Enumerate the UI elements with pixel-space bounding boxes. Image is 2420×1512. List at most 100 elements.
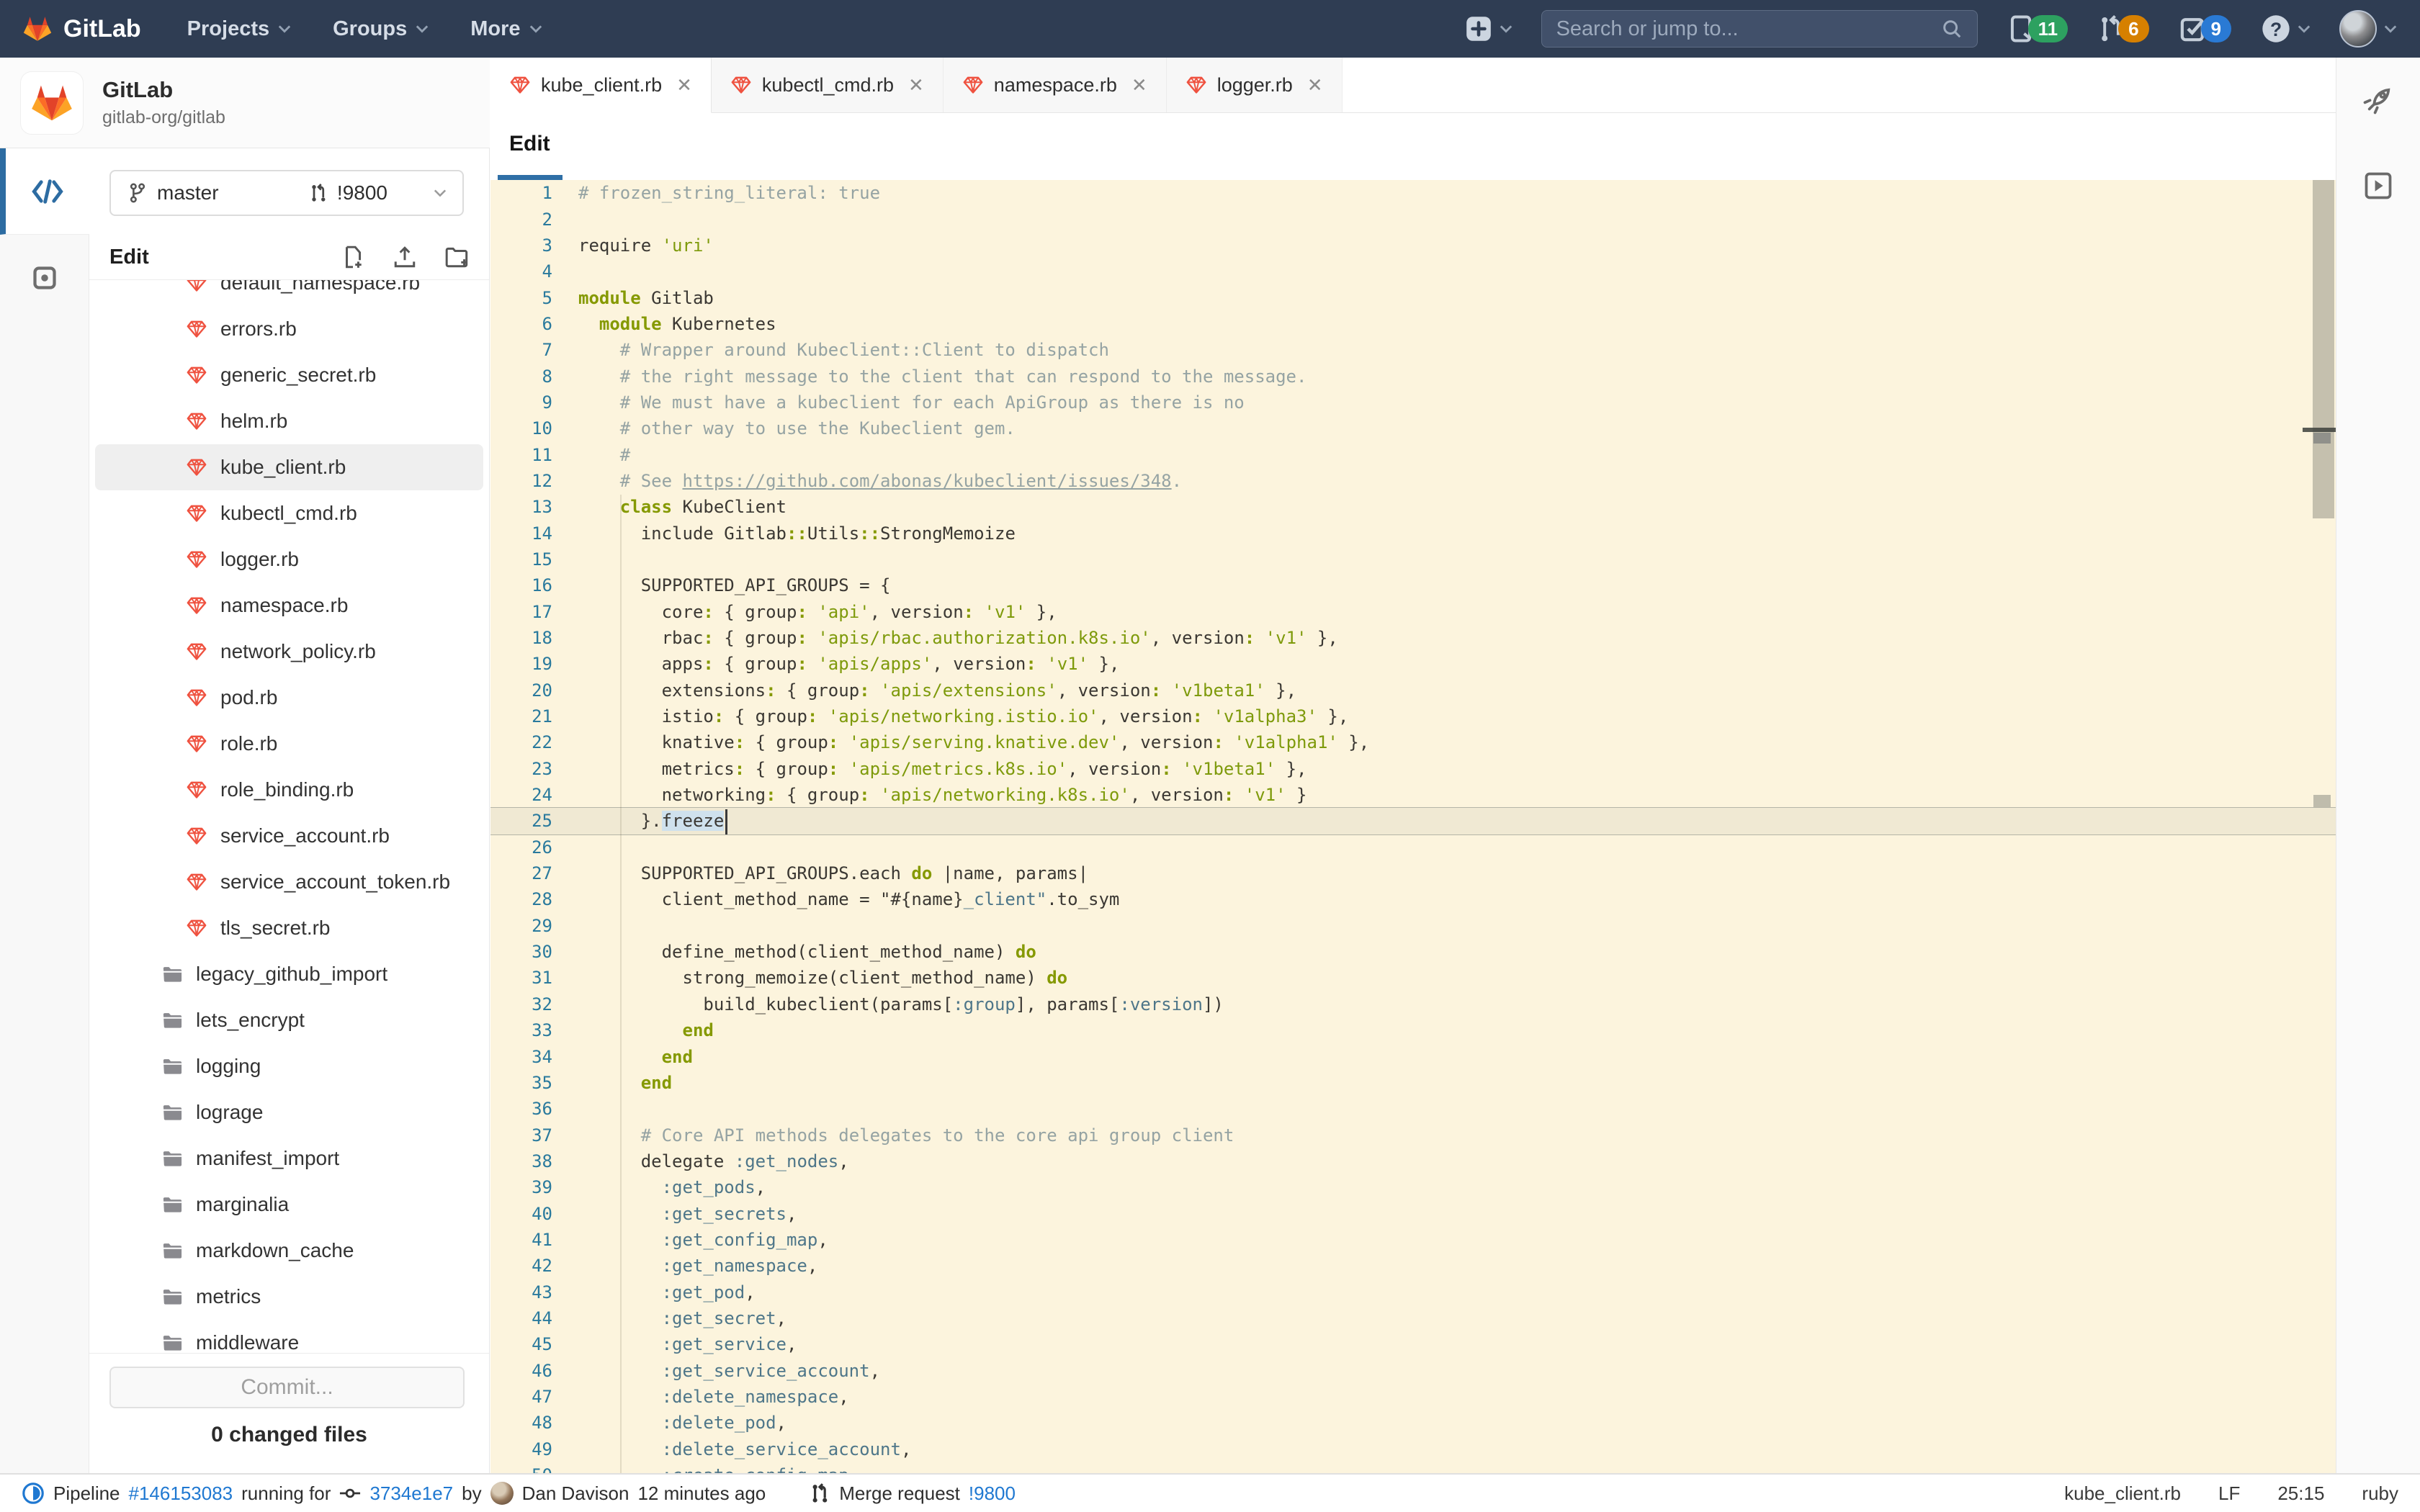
live-preview-icon[interactable] [2362, 170, 2394, 202]
tab-close-icon[interactable]: ✕ [1131, 74, 1147, 96]
line-number: 23 [532, 758, 552, 779]
commit-button[interactable]: Commit... [109, 1367, 465, 1408]
line-number: 38 [532, 1151, 552, 1171]
new-folder-icon[interactable] [444, 245, 470, 269]
status-eol[interactable]: LF [2218, 1482, 2240, 1505]
commit-sha-link[interactable]: 3734e1e7 [369, 1482, 453, 1505]
new-menu-button[interactable] [1464, 14, 1512, 44]
tree-item-role_binding.rb[interactable]: role_binding.rb [95, 767, 483, 813]
tree-item-lograge[interactable]: lograge [95, 1089, 483, 1135]
code-line-45: 45 :get_service, [490, 1331, 2336, 1357]
code-text: # Wrapper around Kubeclient::Client to d… [619, 340, 1109, 361]
tab-namespace.rb[interactable]: namespace.rb ✕ [943, 58, 1167, 112]
help-icon: ? [2262, 15, 2290, 42]
code-line-27: 27 SUPPORTED_API_GROUPS.each do |name, p… [490, 860, 2336, 886]
tree-item-network_policy.rb[interactable]: network_policy.rb [95, 629, 483, 675]
code-text: # See https://github.com/abonas/kubeclie… [619, 470, 1183, 491]
mr-ref-link[interactable]: !9800 [969, 1482, 1016, 1505]
pipeline-id-link[interactable]: #146153083 [129, 1482, 233, 1505]
tab-logger.rb[interactable]: logger.rb ✕ [1166, 58, 1343, 112]
tree-item-service_account.rb[interactable]: service_account.rb [95, 813, 483, 859]
tree-item-marginalia[interactable]: marginalia [95, 1182, 483, 1228]
navbar-menu-label: Projects [187, 17, 270, 40]
gitlab-logo-icon[interactable] [23, 15, 52, 42]
code-text: define_method(client_method_name) do [578, 942, 1036, 963]
overview-ruler-decoration [2313, 795, 2331, 807]
tab-edit-mode[interactable]: Edit [509, 132, 550, 156]
tree-item-logging[interactable]: logging [95, 1043, 483, 1089]
issues-button[interactable]: 11 [2007, 13, 2069, 45]
search-input[interactable] [1556, 17, 1941, 41]
new-file-icon[interactable] [341, 245, 365, 269]
navbar-menu-more[interactable]: More [470, 17, 542, 41]
brand-title[interactable]: GitLab [63, 15, 141, 43]
code-line-42: 42 :get_namespace, [490, 1253, 2336, 1279]
line-number: 7 [542, 340, 552, 361]
status-language[interactable]: ruby [2362, 1482, 2398, 1505]
tab-kubectl_cmd.rb[interactable]: kubectl_cmd.rb ✕ [711, 58, 944, 112]
tab-close-icon[interactable]: ✕ [676, 74, 692, 96]
folder-icon [163, 1336, 182, 1351]
file-tree: default_namespace.rb errors.rb generic_sec… [89, 279, 489, 1354]
todos-count-badge: 9 [2200, 15, 2231, 42]
tree-item-service_account_token.rb[interactable]: service_account_token.rb [95, 859, 483, 905]
editor-scrollbar[interactable] [2313, 180, 2334, 518]
code-line-46: 46 :get_service_account, [490, 1357, 2336, 1383]
tree-item-label: metrics [196, 1285, 261, 1308]
tree-item-role.rb[interactable]: role.rb [95, 721, 483, 767]
rail-commit-item[interactable] [0, 235, 89, 321]
navbar-menu-label: Groups [333, 17, 408, 40]
code-text: :get_config_map, [661, 1229, 828, 1250]
tree-item-logger.rb[interactable]: logger.rb [95, 536, 483, 582]
code-line-30: 30 define_method(client_method_name) do [490, 939, 2336, 965]
tree-item-errors.rb[interactable]: errors.rb [95, 306, 483, 352]
line-number: 20 [532, 680, 552, 701]
code-line-10: 10 # other way to use the Kubeclient gem… [490, 415, 2336, 441]
tab-close-icon[interactable]: ✕ [1307, 74, 1323, 96]
merge-requests-button[interactable]: 6 [2097, 13, 2149, 45]
folder-icon [163, 1197, 182, 1212]
branch-selector[interactable]: master !9800 [109, 170, 464, 216]
tree-item-kubectl_cmd.rb[interactable]: kubectl_cmd.rb [95, 490, 483, 536]
code-text: class KubeClient [619, 497, 786, 518]
code-line-47: 47 :delete_namespace, [490, 1384, 2336, 1410]
tree-item-tls_secret.rb[interactable]: tls_secret.rb [95, 905, 483, 951]
navbar-menu-projects[interactable]: Projects [187, 17, 291, 41]
status-cursor-position[interactable]: 25:15 [2277, 1482, 2324, 1505]
pipelines-icon[interactable] [2362, 84, 2394, 115]
upload-file-icon[interactable] [393, 245, 417, 269]
tree-item-metrics[interactable]: metrics [95, 1274, 483, 1320]
tree-item-generic_secret.rb[interactable]: generic_secret.rb [95, 352, 483, 398]
tree-item-lets_encrypt[interactable]: lets_encrypt [95, 997, 483, 1043]
tab-close-icon[interactable]: ✕ [908, 74, 924, 96]
code-text: core: { group: 'api', version: 'v1' }, [578, 601, 1057, 622]
code-line-38: 38 delegate :get_nodes, [490, 1148, 2336, 1174]
code-text: end [661, 1046, 693, 1067]
line-number: 13 [532, 497, 552, 518]
line-number: 28 [532, 889, 552, 910]
tree-item-markdown_cache[interactable]: markdown_cache [95, 1228, 483, 1274]
tree-item-helm.rb[interactable]: helm.rb [95, 398, 483, 444]
user-menu-button[interactable] [2339, 10, 2397, 48]
tree-item-namespace.rb[interactable]: namespace.rb [95, 582, 483, 629]
tree-item-kube_client.rb[interactable]: kube_client.rb [95, 444, 483, 490]
ruby-file-icon [187, 366, 207, 384]
rail-edit-item[interactable] [0, 148, 89, 235]
help-menu-button[interactable]: ? [2260, 13, 2311, 45]
code-editor[interactable]: 1 # frozen_string_literal: true 2 3 require … [490, 180, 2336, 1473]
line-number: 50 [490, 1465, 552, 1473]
line-number: 43 [532, 1282, 552, 1302]
project-avatar[interactable] [20, 71, 84, 135]
tab-kube_client.rb[interactable]: kube_client.rb ✕ [490, 58, 712, 113]
navbar-menu-groups[interactable]: Groups [333, 17, 429, 41]
todos-button[interactable]: 9 [2178, 14, 2231, 44]
code-text: # [619, 444, 631, 465]
pipeline-state: running for [241, 1482, 331, 1504]
tree-item-legacy_github_import[interactable]: legacy_github_import [95, 951, 483, 997]
mr-ref: !9800 [336, 181, 387, 204]
code-line-2: 2 [490, 206, 2336, 232]
tree-item-pod.rb[interactable]: pod.rb [95, 675, 483, 721]
tree-item-manifest_import[interactable]: manifest_import [95, 1135, 483, 1182]
tree-item-default_namespace.rb[interactable]: default_namespace.rb [95, 280, 483, 306]
tree-item-middleware[interactable]: middleware [95, 1320, 483, 1353]
